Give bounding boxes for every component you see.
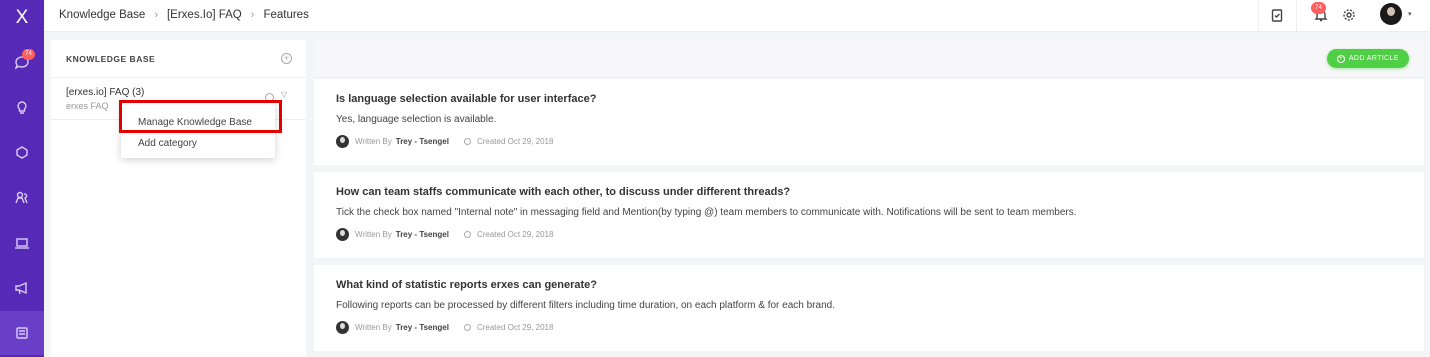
written-by-label: Written By: [355, 323, 392, 332]
bulb-icon[interactable]: [0, 86, 44, 130]
sidebar-title: KNOWLEDGE BASE: [66, 54, 156, 64]
clock-icon: [463, 231, 471, 238]
chevron-down-icon[interactable]: ▽: [281, 90, 287, 99]
add-article-label: ADD ARTICLE: [1348, 55, 1399, 62]
chevron-down-icon[interactable]: ▾: [1408, 10, 1412, 18]
article-meta: Written By Trey - Tsengel Created Oct 29…: [336, 135, 553, 148]
add-knowledge-base-icon[interactable]: +: [281, 53, 292, 64]
users-icon[interactable]: [0, 176, 44, 220]
created-date: Created Oct 29, 2018: [476, 230, 554, 239]
top-bar: Knowledge Base › [Erxes.Io] FAQ › Featur…: [44, 0, 1430, 32]
highlight-box: [119, 100, 282, 133]
article-title[interactable]: What kind of statistic reports erxes can…: [336, 279, 597, 291]
notification-badge: 74: [1311, 2, 1326, 14]
breadcrumb-separator: ›: [154, 9, 158, 21]
article-title[interactable]: How can team staffs communicate with eac…: [336, 186, 790, 198]
author-avatar: [336, 321, 349, 334]
article-card[interactable]: Is language selection available for user…: [314, 79, 1424, 165]
user-avatar[interactable]: [1380, 3, 1402, 25]
knowledge-base-sidebar: KNOWLEDGE BASE + [erxes.io] FAQ (3) erxe…: [51, 40, 306, 357]
divider: [1296, 0, 1297, 32]
article-summary: Yes, language selection is available.: [336, 114, 497, 125]
breadcrumb: Knowledge Base › [Erxes.Io] FAQ › Featur…: [59, 0, 309, 30]
breadcrumb-faq[interactable]: [Erxes.Io] FAQ: [167, 9, 242, 21]
plus-circle-icon: +: [1336, 54, 1345, 63]
kb-description: erxes FAQ: [66, 101, 109, 111]
add-category-menu-item[interactable]: Add category: [138, 138, 197, 149]
laptop-icon[interactable]: [0, 221, 44, 265]
author-name: Trey - Tsengel: [395, 323, 449, 332]
author-avatar: [336, 228, 349, 241]
written-by-label: Written By: [355, 230, 392, 239]
article-card[interactable]: How can team staffs communicate with eac…: [314, 172, 1424, 258]
articles-panel: + ADD ARTICLE Is language selection avai…: [314, 40, 1424, 357]
divider: [1258, 0, 1259, 32]
kb-name: [erxes.io] FAQ (3): [66, 87, 145, 98]
created-date: Created Oct 29, 2018: [476, 323, 554, 332]
breadcrumb-separator: ›: [250, 9, 255, 21]
written-by-label: Written By: [355, 137, 392, 146]
author-name: Trey - Tsengel: [395, 137, 449, 146]
article-card[interactable]: What kind of statistic reports erxes can…: [314, 265, 1424, 351]
megaphone-icon[interactable]: [0, 266, 44, 310]
breadcrumb-knowledge-base[interactable]: Knowledge Base: [59, 9, 145, 21]
add-article-button[interactable]: + ADD ARTICLE: [1326, 49, 1409, 68]
clock-icon: [463, 138, 471, 145]
chat-bubble-icon[interactable]: [0, 131, 44, 175]
clipboard-icon[interactable]: [1270, 0, 1284, 30]
inbox-badge: 74: [22, 49, 35, 60]
inbox-icon[interactable]: 74: [0, 41, 44, 85]
breadcrumb-features: Features: [263, 9, 309, 21]
article-summary: Tick the check box named "Internal note"…: [336, 207, 1077, 218]
created-date: Created Oct 29, 2018: [476, 137, 554, 146]
sidebar-header: KNOWLEDGE BASE +: [51, 40, 306, 78]
articles-header: + ADD ARTICLE: [314, 40, 1424, 78]
clock-icon: [463, 324, 471, 331]
main-navigation: X 74: [0, 0, 44, 357]
author-name: Trey - Tsengel: [395, 230, 449, 239]
article-meta: Written By Trey - Tsengel Created Oct 29…: [336, 228, 553, 241]
article-meta: Written By Trey - Tsengel Created Oct 29…: [336, 321, 553, 334]
knowledge-base-icon[interactable]: [0, 311, 44, 355]
article-summary: Following reports can be processed by di…: [336, 300, 835, 311]
author-avatar: [336, 135, 349, 148]
article-title[interactable]: Is language selection available for user…: [336, 93, 596, 105]
gear-icon[interactable]: [1342, 0, 1356, 30]
logo[interactable]: X: [0, 0, 44, 36]
